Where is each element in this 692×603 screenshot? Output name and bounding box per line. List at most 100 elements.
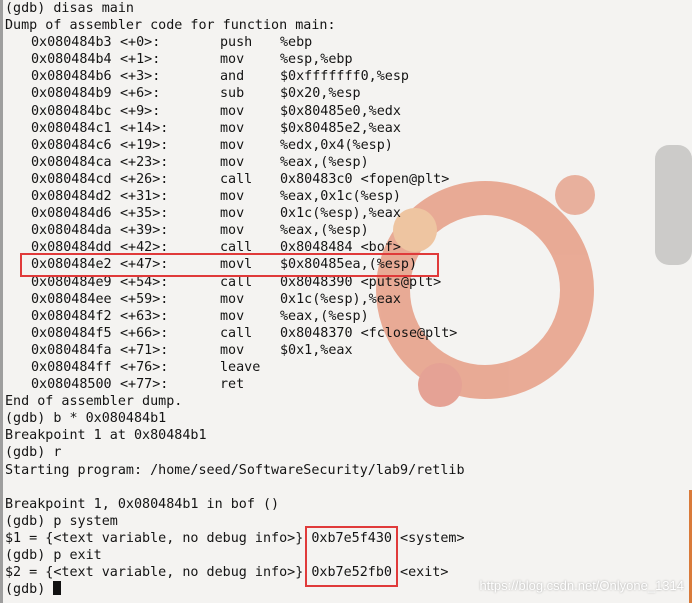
asm-row: 0x080484b6 <+3>: and $0xfffffff0,%esp xyxy=(5,68,465,85)
dump-header-line: Dump of assembler code for function main… xyxy=(5,18,336,34)
asm-offset: <+42>: xyxy=(120,240,169,256)
asm-operands: 0x80483c0 <fopen@plt> xyxy=(280,171,450,187)
asm-offset: <+14>: xyxy=(120,120,169,136)
asm-row: 0x080484b4 <+1>: mov %esp,%ebp xyxy=(5,51,465,68)
asm-address: 0x080484b4 xyxy=(31,52,112,68)
terminal-output: (gdb) disas main Dump of assembler code … xyxy=(5,0,465,598)
asm-mnemonic: mov xyxy=(220,342,245,358)
asm-offset: <+31>: xyxy=(120,189,169,205)
assembly-listing: 0x080484b3 <+0>: push %ebp 0x080484b4 <+1>: mo… xyxy=(5,34,465,393)
starting-program-line: Starting program: /home/seed/SoftwareSec… xyxy=(5,462,465,478)
asm-row: 0x08048500 <+77>: ret xyxy=(5,376,465,393)
asm-offset: <+47>: xyxy=(120,257,169,273)
text-cursor xyxy=(53,581,62,596)
asm-address: 0x080484b9 xyxy=(31,86,112,102)
asm-offset: <+39>: xyxy=(120,223,169,239)
break-command-line: (gdb) b * 0x080484b1 xyxy=(5,411,167,427)
asm-address: 0x080484f5 xyxy=(31,325,112,341)
asm-offset: <+1>: xyxy=(120,52,161,68)
system-address: 0xb7e5f430 xyxy=(311,530,392,546)
asm-offset: <+3>: xyxy=(120,69,161,85)
asm-mnemonic: call xyxy=(220,171,253,187)
asm-row: 0x080484f2 <+63>: mov %eax,(%esp) xyxy=(5,308,465,325)
asm-address: 0x080484e9 xyxy=(31,274,112,290)
asm-operands: %edx,0x4(%esp) xyxy=(280,137,393,153)
asm-operands: 0x8048390 <puts@plt> xyxy=(280,274,442,290)
asm-operands: %ebp xyxy=(280,35,313,51)
print-exit-command: (gdb) p exit xyxy=(5,548,102,563)
asm-mnemonic: call xyxy=(220,325,253,341)
asm-row: 0x080484c1 <+14>: mov $0x80485e2,%eax xyxy=(5,120,465,137)
window-left-border xyxy=(0,0,3,603)
breakpoint-set-line: Breakpoint 1 at 0x80484b1 xyxy=(5,428,207,444)
asm-offset: <+0>: xyxy=(120,35,161,51)
asm-mnemonic: mov xyxy=(220,120,245,136)
gdb-prompt-line[interactable]: (gdb) xyxy=(5,581,465,598)
asm-mnemonic: push xyxy=(220,35,253,51)
asm-row: 0x080484cd <+26>: call 0x80483c0 <fopen@plt… xyxy=(5,171,465,188)
exit-result-line: $2 = {<text variable, no debug info>} 0x… xyxy=(5,564,465,581)
asm-mnemonic: ret xyxy=(220,377,245,393)
asm-offset: <+66>: xyxy=(120,325,169,341)
asm-mnemonic: sub xyxy=(220,86,245,102)
gdb-prompt: (gdb) xyxy=(5,582,54,598)
end-dump-line: End of assembler dump. xyxy=(5,394,183,410)
asm-row: 0x080484d2 <+31>: mov %eax,0x1c(%esp) xyxy=(5,188,465,205)
print-system-command: (gdb) p system xyxy=(5,513,118,529)
asm-row: 0x080484b9 <+6>: sub $0x20,%esp xyxy=(5,85,465,102)
asm-offset: <+23>: xyxy=(120,154,169,170)
exit-address: 0xb7e52fb0 xyxy=(311,565,392,581)
asm-address: 0x080484da xyxy=(31,223,112,239)
terminal-window[interactable]: (gdb) disas main Dump of assembler code … xyxy=(0,0,692,603)
asm-row: 0x080484c6 <+19>: mov %edx,0x4(%esp) xyxy=(5,137,465,154)
asm-operands: %eax,(%esp) xyxy=(280,154,369,170)
asm-row: 0x080484f5 <+66>: call 0x8048370 <fclose@pl… xyxy=(5,325,465,342)
asm-mnemonic: mov xyxy=(220,103,245,119)
asm-row: 0x080484b3 <+0>: push %ebp xyxy=(5,34,465,51)
asm-address: 0x080484d6 xyxy=(31,206,112,222)
asm-row: 0x080484fa <+71>: mov $0x1,%eax xyxy=(5,342,465,359)
asm-row: 0x080484ff <+76>: leave xyxy=(5,359,465,376)
asm-mnemonic: mov xyxy=(220,223,245,239)
asm-address: 0x080484fa xyxy=(31,342,112,358)
asm-mnemonic: mov xyxy=(220,154,245,170)
system-result-line: $1 = {<text variable, no debug info>} 0x… xyxy=(5,530,465,547)
asm-row: 0x080484d6 <+35>: mov 0x1c(%esp),%eax xyxy=(5,205,465,222)
asm-operands: $0x80485e0,%edx xyxy=(280,103,401,119)
asm-mnemonic: mov xyxy=(220,308,245,324)
asm-address: 0x080484f2 xyxy=(31,308,112,324)
asm-address: 0x080484c1 xyxy=(31,120,112,136)
asm-address: 0x080484dd xyxy=(31,240,112,256)
asm-operands: 0x1c(%esp),%eax xyxy=(280,206,401,222)
asm-mnemonic: mov xyxy=(220,137,245,153)
asm-address: 0x080484e2 xyxy=(31,257,112,273)
asm-offset: <+71>: xyxy=(120,342,169,358)
asm-address: 0x080484b3 xyxy=(31,35,112,51)
asm-row: 0x080484dd <+42>: call 0x8048484 <bof> xyxy=(5,239,465,256)
asm-offset: <+6>: xyxy=(120,86,161,102)
system-result-prefix: $1 = {<text variable, no debug info>} xyxy=(5,530,312,546)
asm-address: 0x080484bc xyxy=(31,103,112,119)
exit-result-prefix: $2 = {<text variable, no debug info>} xyxy=(5,565,312,581)
asm-offset: <+76>: xyxy=(120,359,169,375)
asm-offset: <+9>: xyxy=(120,103,161,119)
asm-mnemonic: and xyxy=(220,69,245,85)
asm-operands: $0x20,%esp xyxy=(280,86,361,102)
asm-mnemonic: leave xyxy=(220,359,261,375)
asm-operands: %eax,(%esp) xyxy=(280,308,369,324)
asm-operands: 0x1c(%esp),%eax xyxy=(280,291,401,307)
asm-row: 0x080484e9 <+54>: call 0x8048390 <puts@plt> xyxy=(5,274,465,291)
asm-operands: $0x1,%eax xyxy=(280,342,353,358)
disas-command-line: (gdb) disas main xyxy=(5,1,134,16)
asm-offset: <+63>: xyxy=(120,308,169,324)
asm-operands: $0x80485ea,(%esp) xyxy=(280,257,418,273)
asm-address: 0x080484ee xyxy=(31,291,112,307)
asm-mnemonic: mov xyxy=(220,189,245,205)
asm-address: 0x08048500 xyxy=(31,377,112,393)
asm-mnemonic: mov xyxy=(220,206,245,222)
asm-row-highlighted: 0x080484e2 <+47>: movl $0x80485ea,(%esp) xyxy=(5,256,465,273)
asm-operands: $0x80485e2,%eax xyxy=(280,120,401,136)
system-symbol: <system> xyxy=(391,530,465,546)
asm-mnemonic: mov xyxy=(220,291,245,307)
